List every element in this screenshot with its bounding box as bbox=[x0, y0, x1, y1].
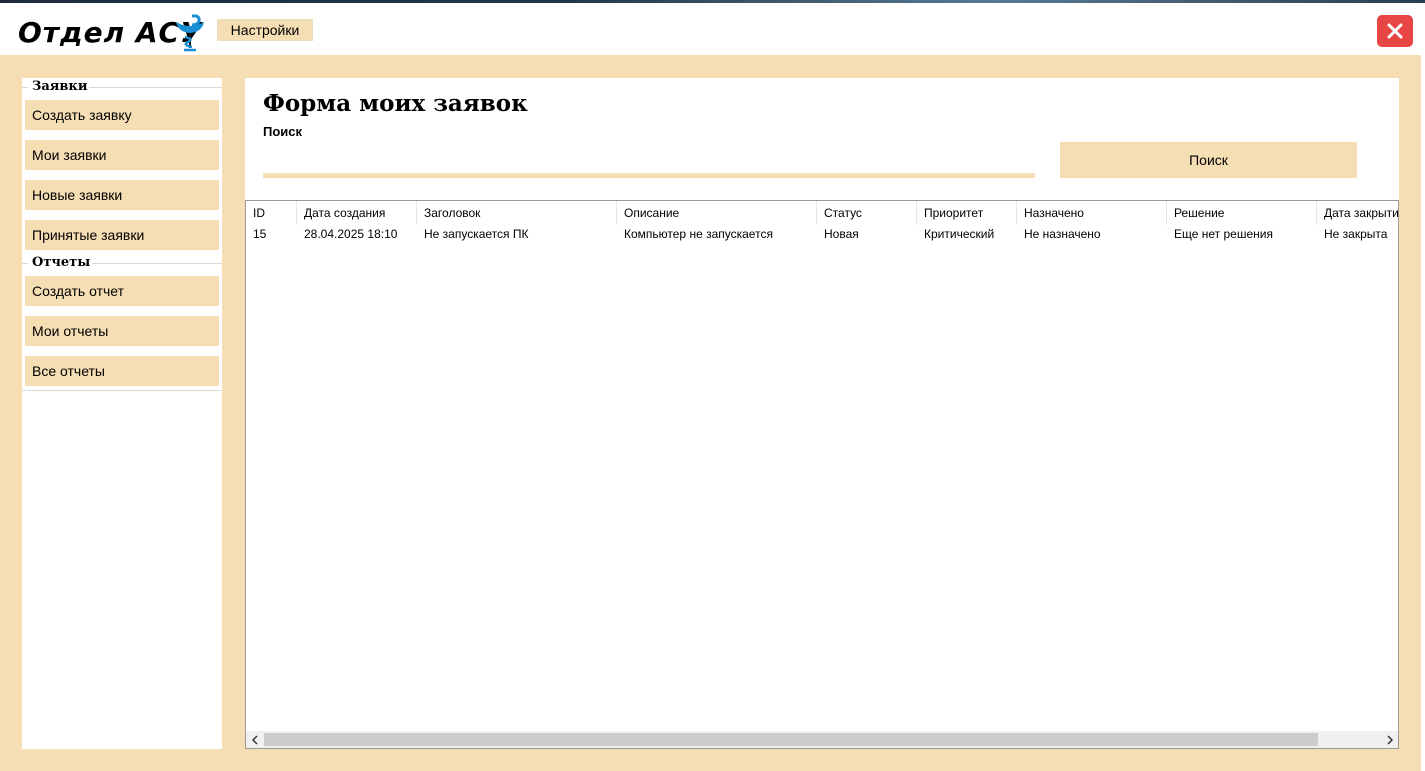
nav-create-request[interactable]: Создать заявку bbox=[25, 100, 219, 130]
table-cell: 28.04.2025 18:10 bbox=[304, 227, 398, 241]
table-cell: Не запускается ПК bbox=[424, 227, 529, 241]
horizontal-scrollbar[interactable] bbox=[246, 731, 1398, 748]
column-header[interactable]: Описание bbox=[617, 201, 817, 225]
chevron-right-icon bbox=[1386, 734, 1393, 745]
group-divider bbox=[86, 87, 222, 88]
group-divider bbox=[92, 263, 222, 264]
column-header[interactable]: Решение bbox=[1167, 201, 1317, 225]
column-header[interactable]: Дата создания bbox=[297, 201, 417, 225]
table-cell: Не закрыта bbox=[1324, 227, 1388, 241]
table-cell: Еще нет решения bbox=[1174, 227, 1273, 241]
header-bar: Отдел АСУ Настройки bbox=[0, 3, 1425, 55]
group-divider bbox=[22, 390, 222, 391]
main-panel: Форма моих заявок Поиск Поиск ID Дата соз… bbox=[245, 78, 1399, 749]
search-button[interactable]: Поиск bbox=[1060, 142, 1357, 178]
group-divider bbox=[22, 263, 28, 264]
close-icon bbox=[1387, 23, 1403, 39]
scroll-thumb[interactable] bbox=[264, 733, 1318, 746]
sidebar: Заявки Создать заявку Мои заявки Новые з… bbox=[22, 78, 222, 749]
search-input[interactable] bbox=[263, 150, 1035, 178]
table-cell: Не назначено bbox=[1024, 227, 1101, 241]
group-title-reports: Отчеты bbox=[30, 255, 93, 270]
column-header[interactable]: ID bbox=[246, 201, 297, 225]
table-cell: Компьютер не запускается bbox=[624, 227, 773, 241]
column-header[interactable]: Приоритет bbox=[917, 201, 1017, 225]
column-header[interactable]: Заголовок bbox=[417, 201, 617, 225]
window-edge bbox=[1421, 55, 1425, 771]
nav-my-reports[interactable]: Мои отчеты bbox=[25, 316, 219, 346]
nav-new-requests[interactable]: Новые заявки bbox=[25, 180, 219, 210]
group-divider bbox=[22, 87, 28, 88]
nav-accepted-requests[interactable]: Принятые заявки bbox=[25, 220, 219, 250]
column-header[interactable]: Назначено bbox=[1017, 201, 1167, 225]
table-cell: Новая bbox=[824, 227, 859, 241]
table-cell: Критический bbox=[924, 227, 995, 241]
page-title: Форма моих заявок bbox=[263, 90, 528, 117]
nav-create-report[interactable]: Создать отчет bbox=[25, 276, 219, 306]
column-header[interactable]: Статус bbox=[817, 201, 917, 225]
group-title-requests: Заявки bbox=[30, 79, 90, 94]
close-button[interactable] bbox=[1377, 15, 1413, 47]
nav-all-reports[interactable]: Все отчеты bbox=[25, 356, 219, 386]
scroll-left-button[interactable] bbox=[246, 731, 263, 748]
search-label: Поиск bbox=[263, 124, 303, 139]
column-header[interactable]: Дата закрытия bbox=[1317, 201, 1398, 225]
nav-my-requests[interactable]: Мои заявки bbox=[25, 140, 219, 170]
chevron-left-icon bbox=[251, 734, 258, 745]
medical-bowl-snake-icon bbox=[176, 14, 204, 52]
scroll-right-button[interactable] bbox=[1381, 731, 1398, 748]
settings-button[interactable]: Настройки bbox=[217, 19, 313, 41]
requests-table[interactable]: ID Дата создания Заголовок Описание Статус Пр… bbox=[245, 200, 1399, 749]
table-cell: 15 bbox=[253, 227, 267, 241]
